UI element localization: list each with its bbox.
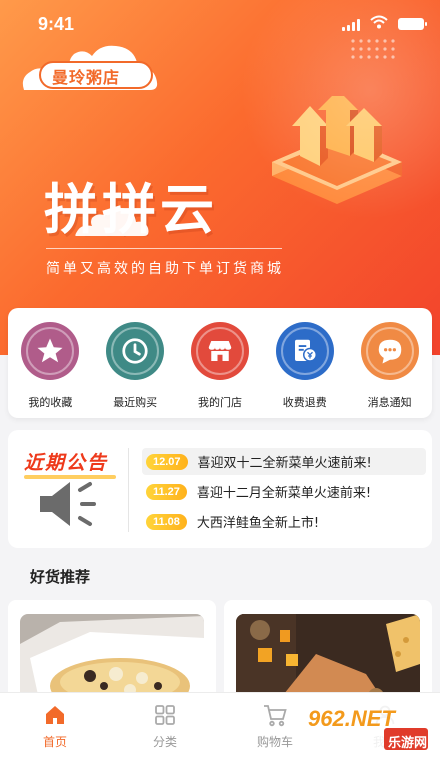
chat-icon bbox=[360, 322, 419, 380]
status-bar: 9:41 bbox=[0, 0, 440, 48]
announcement-divider bbox=[128, 448, 129, 532]
home-icon bbox=[46, 706, 64, 724]
announcement-card: 近期公告 12.07 喜迎双十二全新菜单火速前来! 11.27 喜迎十二月全新菜… bbox=[8, 430, 432, 548]
subtitle-divider bbox=[46, 248, 282, 249]
status-time: 9:41 bbox=[38, 14, 75, 34]
store-icon bbox=[190, 322, 249, 380]
announcement-title: 近期公告 bbox=[24, 448, 117, 479]
menu-item-my-store[interactable]: 我的门店 bbox=[182, 322, 258, 418]
announcement-item[interactable]: 12.07 喜迎双十二全新菜单火速前来! bbox=[142, 448, 426, 475]
speaker-icon bbox=[40, 482, 96, 526]
menu-label: 我的收藏 bbox=[28, 396, 73, 409]
star-icon bbox=[21, 322, 80, 380]
signal-icon bbox=[342, 19, 360, 31]
tab-label: 购物车 bbox=[256, 735, 293, 749]
announcement-text: 大西洋鲑鱼全新上市! bbox=[196, 516, 320, 531]
announcement-date: 12.07 bbox=[146, 453, 188, 470]
watermark-subtext: 乐游网 bbox=[388, 736, 428, 751]
grid-icon bbox=[155, 705, 175, 725]
app-subtitle: 简单又高效的自助下单订货商城 bbox=[46, 261, 284, 277]
announcement-date: 11.27 bbox=[146, 483, 187, 500]
tab-label: 首页 bbox=[42, 735, 67, 749]
product-card[interactable] bbox=[224, 600, 432, 700]
menu-label: 最近购买 bbox=[113, 396, 158, 409]
tab-home[interactable]: 首页 bbox=[0, 693, 110, 760]
clock-icon bbox=[106, 322, 165, 380]
wifi-icon bbox=[370, 15, 388, 29]
receipt-icon bbox=[275, 322, 334, 380]
quick-menu: 我的收藏 最近购买 我的门店 收费退费 消息通知 bbox=[8, 308, 432, 418]
menu-label: 收费退费 bbox=[282, 396, 327, 409]
product-image bbox=[20, 614, 204, 700]
shop-name: 曼玲粥店 bbox=[52, 68, 121, 87]
announcement-date: 11.08 bbox=[146, 513, 187, 530]
menu-item-payments-refunds[interactable]: 收费退费 bbox=[267, 322, 343, 418]
menu-label: 消息通知 bbox=[367, 396, 412, 409]
menu-item-recent-purchases[interactable]: 最近购买 bbox=[97, 322, 173, 418]
announcement-item[interactable]: 11.27 喜迎十二月全新菜单火速前来! bbox=[146, 478, 426, 505]
section-title-recommended: 好货推荐 bbox=[22, 562, 90, 587]
hero-banner: 9:41 曼玲粥店 拼拼云 简单又高效的自助下单订货商城 bbox=[0, 0, 440, 355]
menu-item-favorites[interactable]: 我的收藏 bbox=[12, 322, 88, 418]
tab-categories[interactable]: 分类 bbox=[110, 693, 220, 760]
product-image bbox=[236, 614, 420, 700]
battery-icon bbox=[398, 18, 427, 30]
small-cloud-icon bbox=[75, 208, 149, 236]
announcement-list: 12.07 喜迎双十二全新菜单火速前来! 11.27 喜迎十二月全新菜单火速前来… bbox=[142, 448, 426, 535]
product-card[interactable] bbox=[8, 600, 216, 700]
announcement-text: 喜迎十二月全新菜单火速前来! bbox=[196, 486, 372, 501]
menu-item-notifications[interactable]: 消息通知 bbox=[352, 322, 428, 418]
announcement-item[interactable]: 11.08 大西洋鲑鱼全新上市! bbox=[146, 508, 426, 535]
cart-icon bbox=[264, 705, 287, 727]
menu-label: 我的门店 bbox=[197, 396, 242, 409]
announcement-text: 喜迎双十二全新菜单火速前来! bbox=[197, 456, 372, 471]
watermark-text: 962.NET bbox=[308, 706, 395, 731]
site-watermark: 962.NET 乐游网 bbox=[302, 700, 432, 756]
growth-box-illustration bbox=[272, 96, 402, 204]
tab-label: 分类 bbox=[152, 735, 177, 749]
